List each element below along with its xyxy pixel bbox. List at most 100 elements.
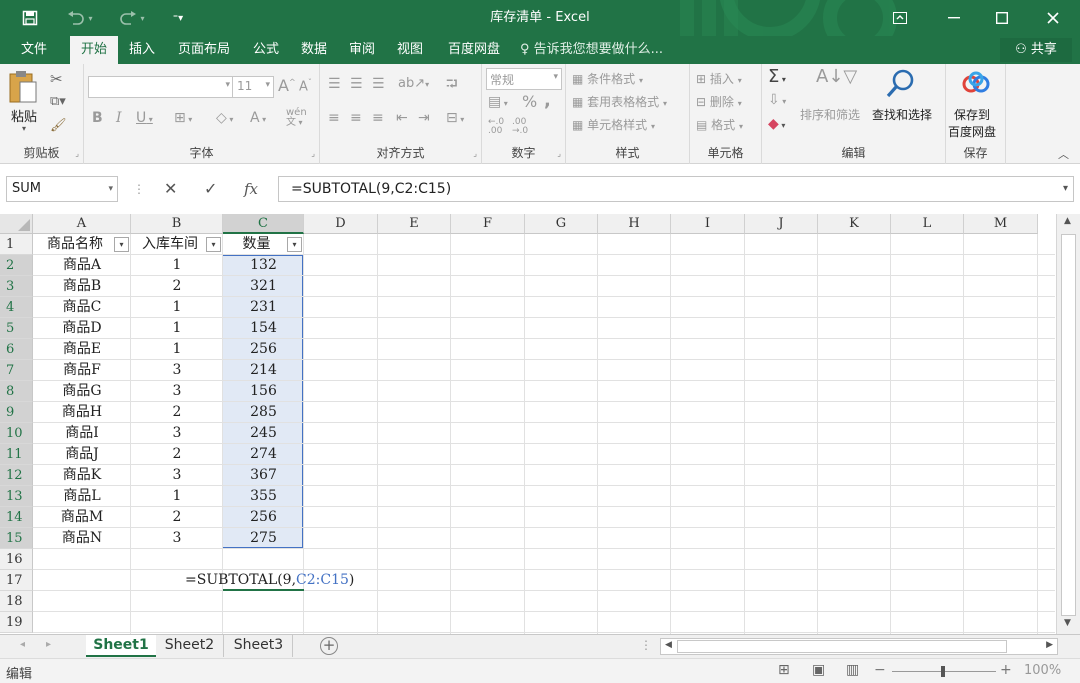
column-header-a[interactable]: A: [33, 214, 131, 234]
data-cell[interactable]: 3: [131, 360, 223, 381]
row-header-8[interactable]: 8: [0, 381, 33, 402]
row-header-14[interactable]: 14: [0, 507, 33, 528]
formula-bar-splitter[interactable]: ⋮: [133, 182, 145, 196]
data-cell[interactable]: 商品E: [33, 339, 131, 360]
page-break-view-icon[interactable]: ▥: [846, 662, 859, 678]
data-cell[interactable]: 367: [223, 465, 304, 486]
sheet-tab-3[interactable]: Sheet3: [225, 635, 293, 657]
sort-filter-label[interactable]: 排序和筛选: [800, 106, 860, 123]
data-cell[interactable]: 商品G: [33, 381, 131, 402]
copy-icon[interactable]: ⧉▾: [50, 94, 66, 109]
zoom-in-icon[interactable]: +: [1000, 662, 1012, 678]
minimize-icon[interactable]: [934, 0, 974, 36]
alignment-launcher-icon[interactable]: ⌟: [473, 149, 477, 158]
phonetic-button[interactable]: wén 文 ▾: [286, 108, 307, 128]
data-cell[interactable]: 132: [223, 255, 304, 276]
formula-input[interactable]: =SUBTOTAL(9,C2:C15) ▾: [278, 176, 1074, 202]
orientation-icon[interactable]: ab↗▾: [398, 76, 429, 91]
row-header-17[interactable]: 17: [0, 570, 33, 591]
column-header-d[interactable]: D: [304, 214, 378, 234]
save-to-label-2[interactable]: 百度网盘: [948, 123, 996, 140]
tab-review[interactable]: 审阅: [340, 36, 384, 64]
row-header-19[interactable]: 19: [0, 612, 33, 633]
data-cell[interactable]: 商品C: [33, 297, 131, 318]
filter-dropdown-icon[interactable]: ▾: [287, 237, 302, 252]
paste-button[interactable]: [8, 70, 38, 107]
select-all-corner[interactable]: [0, 214, 33, 234]
column-header-h[interactable]: H: [598, 214, 671, 234]
row-header-13[interactable]: 13: [0, 486, 33, 507]
column-header-f[interactable]: F: [451, 214, 525, 234]
data-cell[interactable]: 256: [223, 339, 304, 360]
data-cell[interactable]: 1: [131, 339, 223, 360]
data-cell[interactable]: 3: [131, 381, 223, 402]
zoom-out-icon[interactable]: −: [874, 662, 886, 678]
data-cell[interactable]: 1: [131, 255, 223, 276]
bold-button[interactable]: B: [92, 110, 103, 126]
data-cell[interactable]: 2: [131, 402, 223, 423]
font-launcher-icon[interactable]: ⌟: [311, 149, 315, 158]
font-name-box[interactable]: ▾: [88, 76, 234, 98]
column-header-l[interactable]: L: [891, 214, 964, 234]
data-cell[interactable]: 1: [131, 486, 223, 507]
wrap-text-icon[interactable]: ⮒: [446, 74, 458, 99]
column-header-j[interactable]: J: [745, 214, 818, 234]
save-to-label-1[interactable]: 保存到: [954, 106, 990, 123]
shrink-font-button[interactable]: Aˇ: [299, 78, 312, 94]
cancel-icon[interactable]: ✕: [164, 176, 177, 202]
horizontal-scroll-thumb[interactable]: [677, 640, 1007, 653]
font-color-button[interactable]: A ▾: [250, 110, 266, 126]
vertical-scroll-thumb[interactable]: [1061, 234, 1076, 616]
row-header-3[interactable]: 3: [0, 276, 33, 297]
tab-split-handle[interactable]: ⋮: [640, 638, 652, 652]
data-cell[interactable]: 1: [131, 297, 223, 318]
data-cell[interactable]: 2: [131, 507, 223, 528]
data-cell[interactable]: 商品I: [33, 423, 131, 444]
next-sheet-icon[interactable]: ▸: [46, 639, 51, 650]
tab-view[interactable]: 视图: [388, 36, 432, 64]
conditional-format-button[interactable]: ▦ 条件格式 ▾: [572, 70, 643, 87]
name-box-dropdown-icon[interactable]: ▾: [108, 177, 113, 201]
underline-button[interactable]: U ▾: [136, 110, 153, 126]
borders-icon[interactable]: ⊞ ▾: [174, 110, 192, 126]
row-header-6[interactable]: 6: [0, 339, 33, 360]
scroll-down-icon[interactable]: ▼: [1064, 618, 1071, 628]
row-header-15[interactable]: 15: [0, 528, 33, 549]
bottom-align-icon[interactable]: ☰: [372, 76, 385, 92]
data-cell[interactable]: 231: [223, 297, 304, 318]
data-cell[interactable]: 商品D: [33, 318, 131, 339]
sort-filter-icon[interactable]: A↓▽: [816, 68, 857, 86]
font-size-box[interactable]: 11 ▾: [232, 76, 274, 98]
column-header-m[interactable]: M: [964, 214, 1038, 234]
data-cell[interactable]: 1: [131, 318, 223, 339]
data-cell[interactable]: 256: [223, 507, 304, 528]
horizontal-scrollbar[interactable]: ◀ ▶: [660, 638, 1058, 655]
row-header-2[interactable]: 2: [0, 255, 33, 276]
collapse-ribbon-icon[interactable]: ︿: [1058, 146, 1069, 162]
cell-styles-button[interactable]: ▦ 单元格样式 ▾: [572, 116, 655, 133]
format-cells-button[interactable]: ▤ 格式 ▾: [696, 116, 743, 133]
normal-view-icon[interactable]: ⊞: [778, 662, 790, 678]
worksheet-grid[interactable]: ▲ ▼ A B C D E F G H I J K L M 1 2 3 4 5 6 7 8 9 10 11 12 13 14 15 16…: [0, 214, 1080, 634]
data-cell[interactable]: 3: [131, 465, 223, 486]
column-header-g[interactable]: G: [525, 214, 598, 234]
autosum-icon[interactable]: Σ ▾: [768, 66, 786, 87]
scroll-right-icon[interactable]: ▶: [1046, 640, 1053, 650]
number-format-dropdown-icon[interactable]: ▾: [553, 72, 558, 82]
row-header-10[interactable]: 10: [0, 423, 33, 444]
font-size-dropdown-icon[interactable]: ▾: [265, 80, 270, 90]
data-cell[interactable]: 214: [223, 360, 304, 381]
data-cell[interactable]: 商品H: [33, 402, 131, 423]
close-icon[interactable]: [1032, 0, 1074, 36]
row-header-11[interactable]: 11: [0, 444, 33, 465]
column-header-e[interactable]: E: [378, 214, 451, 234]
filter-dropdown-icon[interactable]: ▾: [114, 237, 129, 252]
data-cell[interactable]: 2: [131, 276, 223, 297]
currency-icon[interactable]: ▤ ▾: [488, 94, 508, 110]
share-button[interactable]: ⚇ 共享: [1000, 38, 1072, 62]
zoom-slider[interactable]: [892, 666, 996, 677]
row-header-16[interactable]: 16: [0, 549, 33, 570]
clear-icon[interactable]: ◆ ▾: [768, 116, 785, 132]
data-cell[interactable]: 商品A: [33, 255, 131, 276]
tab-insert[interactable]: 插入: [120, 36, 164, 64]
